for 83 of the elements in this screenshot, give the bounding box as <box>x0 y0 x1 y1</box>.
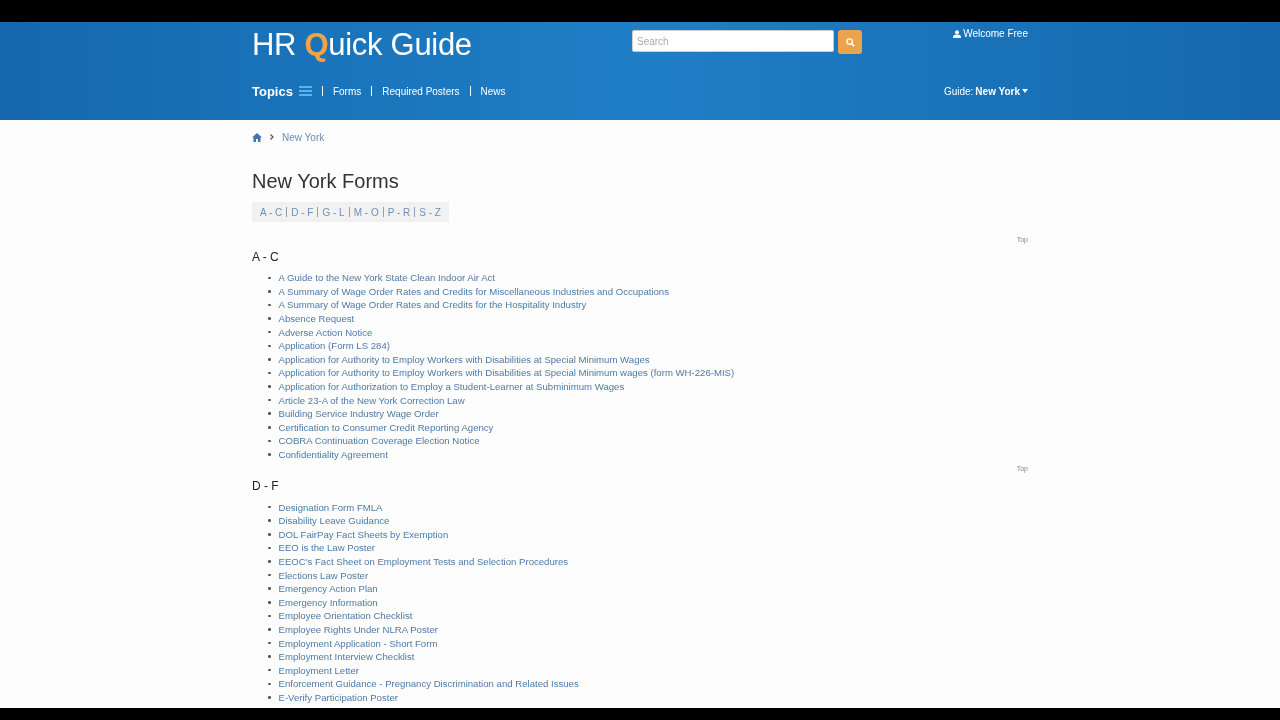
form-link[interactable]: Application for Authority to Employ Workers with Disabilities at Special Minimum Wages <box>278 353 650 365</box>
form-link[interactable]: Disability Leave Guidance <box>278 515 390 527</box>
bullet <box>268 426 271 429</box>
bullet <box>268 628 271 631</box>
bullet <box>268 614 271 618</box>
search-button[interactable] <box>838 30 862 54</box>
bullet <box>268 303 271 307</box>
bullet <box>268 519 271 522</box>
form-link[interactable]: Adverse Action Notice <box>278 326 373 338</box>
form-link[interactable]: Certification to Consumer Credit Reporting Agency <box>278 421 494 433</box>
form-link[interactable]: Absence Request <box>278 313 355 325</box>
form-link[interactable]: Enforcement Guidance - Pregnancy Discrimination and Related Issues <box>278 678 579 690</box>
letter-link[interactable]: G - L <box>322 206 345 218</box>
guide-dropdown[interactable]: Guide: New York <box>943 85 1028 97</box>
form-link[interactable]: A Summary of Wage Order Rates and Credits for Miscellaneous Industries and Occupations <box>278 285 669 297</box>
form-link[interactable]: Employee Rights Under NLRA Poster <box>278 623 438 635</box>
letter-link[interactable]: M - O <box>353 206 379 218</box>
form-link[interactable]: Employment Letter <box>278 664 360 676</box>
form-link[interactable]: EEOC's Fact Sheet on Employment Tests and Selection Procedures <box>278 556 569 567</box>
bullet <box>268 560 271 563</box>
search-field[interactable]: Search <box>632 30 834 52</box>
form-link[interactable]: Employee Orientation Checklist <box>278 610 413 622</box>
bullet <box>268 290 271 293</box>
caret-icon <box>1022 89 1028 93</box>
bullet <box>268 573 271 577</box>
user-icon <box>953 29 962 38</box>
form-link[interactable]: COBRA Continuation Coverage Election Notice <box>278 435 480 447</box>
form-link[interactable]: Employment Interview Checklist <box>278 651 415 663</box>
bullet <box>268 398 271 402</box>
bullet <box>268 330 271 334</box>
breadcrumb-link[interactable]: New York <box>282 131 325 143</box>
form-link[interactable]: Emergency Information <box>278 596 378 608</box>
bullet <box>268 696 271 699</box>
bullet <box>268 505 271 509</box>
nav-link[interactable]: Forms <box>332 85 362 97</box>
bullet <box>268 412 271 415</box>
bullet <box>268 533 271 536</box>
page-title: New York Forms <box>252 169 400 193</box>
form-link[interactable]: Designation Form FMLA <box>278 501 383 513</box>
bullet <box>268 439 271 443</box>
form-link[interactable]: DOL FairPay Fact Sheets by Exemption <box>278 528 449 540</box>
letter-link[interactable]: A - C <box>260 206 283 218</box>
form-link[interactable]: Application (Form LS 284) <box>278 340 390 352</box>
form-link[interactable]: Application for Authorization to Employ a Student-Learner at Subminimum Wages <box>278 381 625 393</box>
nav-link[interactable]: Required Posters <box>382 85 460 97</box>
search-icon <box>845 37 855 47</box>
bullet <box>268 371 271 375</box>
form-link[interactable]: EEO is the Law Poster <box>278 542 375 554</box>
bullet <box>268 601 271 604</box>
form-link[interactable]: Application for Authority to Employ Workers with Disabilities at Special Minimum wages (form WH-226-MIS) <box>278 367 735 379</box>
bullet <box>268 385 271 388</box>
section-heading: D - F <box>252 479 280 494</box>
user-link[interactable]: Welcome Free <box>953 28 1028 39</box>
nav-link[interactable]: News <box>480 85 506 97</box>
bullet <box>268 276 271 280</box>
bullet <box>268 669 271 672</box>
bullet <box>268 682 271 686</box>
form-link[interactable]: Confidentiality Agreement <box>278 449 388 460</box>
form-link[interactable]: Emergency Action Plan <box>278 583 378 595</box>
bullet <box>268 641 271 645</box>
bullet <box>268 344 271 347</box>
form-link[interactable]: A Guide to the New York State Clean Indoor Air Act <box>278 272 496 284</box>
letter-link[interactable]: S - Z <box>419 206 441 218</box>
form-link[interactable]: Elections Law Poster <box>278 569 369 581</box>
bullet <box>268 587 271 590</box>
bullet <box>268 317 271 320</box>
topics-menu[interactable]: Topics <box>252 83 312 99</box>
letter-link[interactable]: P - R <box>387 206 411 218</box>
home-icon[interactable] <box>252 132 262 142</box>
form-link[interactable]: Article 23-A of the New York Correction Law <box>278 394 465 406</box>
form-link[interactable]: Building Service Industry Wage Order <box>278 408 439 420</box>
bullet <box>268 546 271 550</box>
form-link[interactable]: A Summary of Wage Order Rates and Credits for the Hospitality Industry <box>278 299 587 311</box>
form-link[interactable]: Employment Application - Short Form <box>278 637 438 649</box>
section-heading: A - C <box>252 250 280 264</box>
menu-icon <box>298 86 312 96</box>
bullet <box>268 358 271 361</box>
form-link[interactable]: E-Verify Participation Poster <box>278 691 398 703</box>
bullet <box>268 655 271 658</box>
letter-link[interactable]: D - F <box>291 206 314 218</box>
bullet <box>268 453 271 456</box>
chevron-icon <box>270 134 274 140</box>
site-logo[interactable]: HR Quick Guide <box>252 27 632 63</box>
